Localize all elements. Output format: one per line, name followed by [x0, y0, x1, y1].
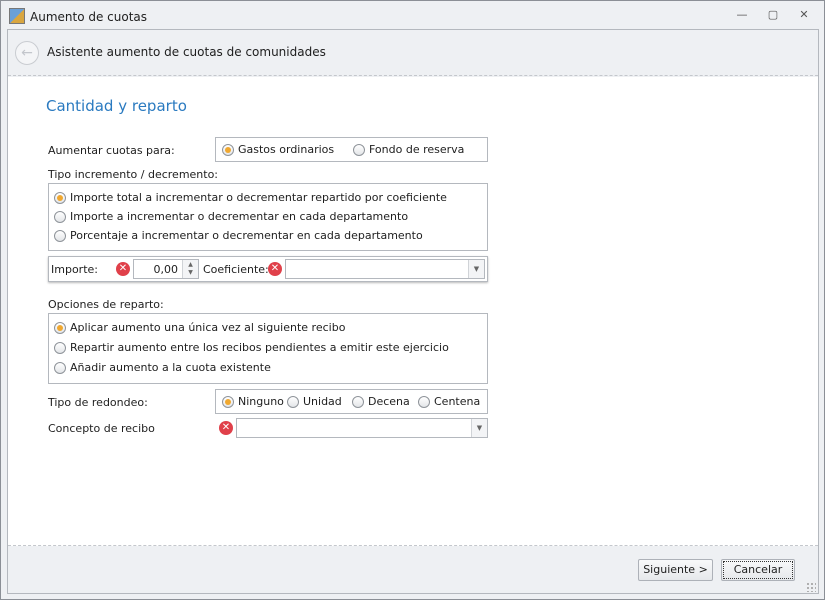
radio-gastos-ordinarios[interactable]: Gastos ordinarios	[222, 143, 334, 156]
radio-icon	[222, 143, 234, 156]
radio-ninguno[interactable]: Ninguno	[222, 395, 284, 408]
error-icon: ✕	[219, 421, 233, 435]
back-icon[interactable]: ←	[15, 41, 39, 65]
radio-fondo-reserva[interactable]: Fondo de reserva	[353, 143, 464, 156]
tipo-label: Tipo incremento / decremento:	[48, 168, 219, 181]
coeficiente-label: Coeficiente:	[203, 263, 269, 276]
radio-icon	[54, 341, 66, 354]
radio-icon	[54, 191, 66, 204]
error-icon: ✕	[268, 262, 282, 276]
importe-input[interactable]: 0,00 ▲ ▼	[133, 259, 199, 279]
maximize-button[interactable]: ▢	[763, 8, 783, 24]
next-button[interactable]: Siguiente >	[638, 559, 713, 581]
radio-icon	[54, 321, 66, 334]
chevron-down-icon[interactable]: ▼	[471, 419, 487, 437]
radio-icon	[222, 395, 234, 408]
radio-icon	[54, 229, 66, 242]
chevron-down-icon[interactable]: ▼	[468, 260, 484, 278]
cancel-button[interactable]: Cancelar	[721, 559, 795, 581]
radio-icon	[418, 395, 430, 408]
radio-tipo-porcentaje[interactable]: Porcentaje a incrementar o decrementar e…	[54, 229, 423, 242]
radio-icon	[54, 210, 66, 223]
radio-icon	[352, 395, 364, 408]
radio-tipo-total[interactable]: Importe total a incrementar o decrementa…	[54, 191, 447, 204]
radio-tipo-departamento[interactable]: Importe a incrementar o decrementar en c…	[54, 210, 408, 223]
radio-decena[interactable]: Decena	[352, 395, 410, 408]
concepto-label: Concepto de recibo	[48, 422, 155, 435]
radio-centena[interactable]: Centena	[418, 395, 480, 408]
radio-icon	[353, 143, 365, 156]
resize-grip-icon[interactable]	[806, 582, 816, 592]
wizard-title: Asistente aumento de cuotas de comunidad…	[47, 45, 326, 59]
error-icon: ✕	[116, 262, 130, 276]
radio-icon	[287, 395, 299, 408]
window-title: Aumento de cuotas	[30, 10, 148, 24]
radio-opcion-anadir[interactable]: Añadir aumento a la cuota existente	[54, 361, 271, 374]
radio-opcion-unica[interactable]: Aplicar aumento una única vez al siguien…	[54, 321, 345, 334]
close-button[interactable]: ✕	[794, 8, 814, 24]
importe-label: Importe:	[51, 263, 98, 276]
aumentar-label: Aumentar cuotas para:	[48, 144, 175, 157]
app-icon	[9, 8, 25, 24]
minimize-button[interactable]: —	[732, 8, 752, 24]
section-title: Cantidad y reparto	[46, 97, 187, 115]
redondeo-label: Tipo de redondeo:	[48, 396, 148, 409]
radio-icon	[54, 361, 66, 374]
coeficiente-select[interactable]: ▼	[285, 259, 485, 279]
spin-icon[interactable]: ▲ ▼	[182, 260, 198, 278]
opciones-label: Opciones de reparto:	[48, 298, 164, 311]
concepto-select[interactable]: ▼	[236, 418, 488, 438]
radio-unidad[interactable]: Unidad	[287, 395, 342, 408]
radio-opcion-repartir[interactable]: Repartir aumento entre los recibos pendi…	[54, 341, 449, 354]
